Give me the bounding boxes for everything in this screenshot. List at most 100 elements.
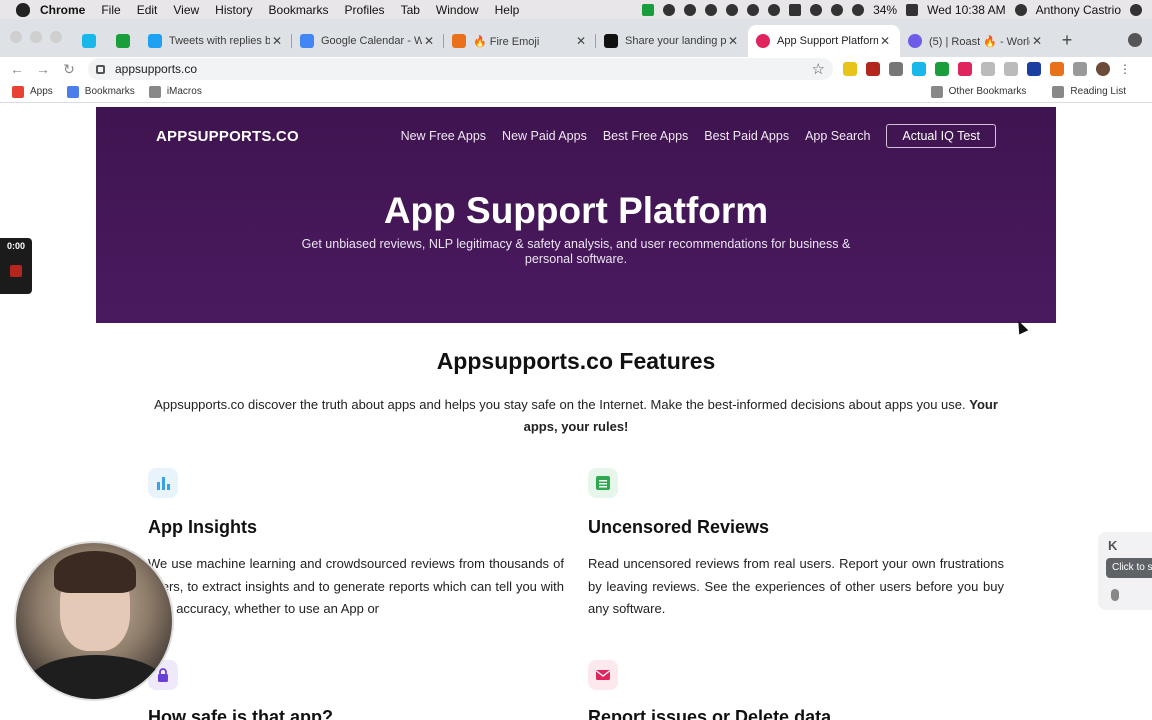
bookmark-star-icon[interactable]: ☆ xyxy=(812,60,825,78)
tab-pinned-vimeo[interactable] xyxy=(72,25,106,57)
features-title: Appsupports.co Features xyxy=(436,348,716,374)
extension-icon[interactable] xyxy=(1050,62,1064,76)
phone-icon xyxy=(116,34,130,48)
nav-app-search[interactable]: App Search xyxy=(805,129,870,143)
stop-recording-button[interactable] xyxy=(10,265,22,277)
bookmark-bookmarks[interactable]: Bookmarks xyxy=(66,85,135,98)
hero-section: APPSUPPORTS.CO New Free Apps New Paid Ap… xyxy=(96,107,1056,323)
forward-arrow-icon[interactable]: → xyxy=(30,61,56,77)
nav-best-free-apps[interactable]: Best Free Apps xyxy=(603,129,688,143)
new-tab-button[interactable]: + xyxy=(1052,30,1082,57)
tab-indie-hackers[interactable]: Share your landing pag ✕ xyxy=(596,25,748,57)
assistant-tooltip: Click to s xyxy=(1106,558,1152,578)
tab-twitter[interactable]: Tweets with replies by ✕ xyxy=(140,25,292,57)
extension-icon[interactable] xyxy=(981,62,995,76)
nav-new-paid-apps[interactable]: New Paid Apps xyxy=(502,129,587,143)
clock-icon[interactable] xyxy=(768,3,781,16)
battery-icon[interactable] xyxy=(906,3,919,16)
tab-search-icon[interactable] xyxy=(1128,33,1142,47)
apple-icon[interactable] xyxy=(16,2,30,17)
tab-google-calendar[interactable]: Google Calendar - We ✕ xyxy=(292,25,444,57)
close-icon[interactable]: ✕ xyxy=(422,34,436,48)
bluetooth-icon[interactable] xyxy=(810,3,823,16)
tab-app-support-platform[interactable]: App Support Platform ✕ xyxy=(748,25,900,57)
bookmark-label: Other Bookmarks xyxy=(948,86,1027,97)
tab-title: Tweets with replies by xyxy=(169,35,270,47)
assistant-logo-icon[interactable]: K xyxy=(1108,538,1117,553)
close-icon[interactable]: ✕ xyxy=(726,34,740,48)
extension-icon[interactable] xyxy=(912,62,926,76)
minimize-window-button[interactable] xyxy=(30,31,42,43)
avatar[interactable] xyxy=(1096,62,1110,76)
puzzle-icon[interactable] xyxy=(1073,62,1087,76)
flag-icon[interactable] xyxy=(789,3,802,16)
menu-help[interactable]: Help xyxy=(495,3,520,17)
control-center-icon[interactable] xyxy=(1130,3,1142,16)
features-lead-text: Appsupports.co discover the truth about … xyxy=(154,397,966,412)
menu-window[interactable]: Window xyxy=(436,3,479,17)
extension-icon[interactable] xyxy=(866,62,880,76)
glasses-icon[interactable] xyxy=(747,3,760,16)
url-text[interactable]: appsupports.co xyxy=(115,62,812,76)
extension-icon[interactable] xyxy=(1027,62,1041,76)
tab-fire-emoji[interactable]: 🔥 Fire Emoji ✕ xyxy=(444,25,596,57)
roast-logo-icon xyxy=(908,34,922,48)
zoom-window-button[interactable] xyxy=(50,31,62,43)
folder-icon xyxy=(148,85,161,98)
extension-icon[interactable] xyxy=(958,62,972,76)
clock-datetime[interactable]: Wed 10:38 AM xyxy=(927,3,1006,17)
tray-app-icon[interactable] xyxy=(663,3,676,16)
ih-logo-icon xyxy=(604,34,618,48)
gear-icon[interactable] xyxy=(726,3,739,16)
menu-profiles[interactable]: Profiles xyxy=(345,3,385,17)
feature-text: Read uncensored reviews from real users.… xyxy=(588,556,1004,616)
menu-history[interactable]: History xyxy=(215,3,252,17)
extension-icon[interactable] xyxy=(1004,62,1018,76)
shield-icon xyxy=(452,34,466,48)
brightness-icon[interactable] xyxy=(705,3,718,16)
site-logo[interactable]: APPSUPPORTS.CO xyxy=(156,128,299,145)
recording-widget[interactable]: 0:00 xyxy=(0,238,32,294)
document-icon xyxy=(588,468,618,498)
volume-icon[interactable] xyxy=(852,3,865,16)
bookmark-reading-list[interactable]: Reading List xyxy=(1052,85,1126,98)
search-icon[interactable] xyxy=(1014,3,1027,16)
close-window-button[interactable] xyxy=(10,31,22,43)
extension-icon[interactable] xyxy=(935,62,949,76)
menu-bookmarks[interactable]: Bookmarks xyxy=(269,3,329,17)
bookmark-other[interactable]: Other Bookmarks xyxy=(930,85,1027,98)
nav-new-free-apps[interactable]: New Free Apps xyxy=(401,129,486,143)
bar-chart-icon xyxy=(148,468,178,498)
wifi-icon[interactable] xyxy=(831,3,844,16)
menu-app[interactable]: Chrome xyxy=(40,3,85,17)
battery-percent[interactable]: 34% xyxy=(873,3,897,17)
extension-icon[interactable] xyxy=(889,62,903,76)
address-bar[interactable]: appsupports.co ☆ xyxy=(88,58,833,80)
menu-view[interactable]: View xyxy=(173,3,199,17)
bookmark-apps[interactable]: Apps xyxy=(12,85,53,98)
back-arrow-icon[interactable]: ← xyxy=(4,61,30,77)
extension-icon[interactable] xyxy=(843,62,857,76)
tab-roast[interactable]: (5) | Roast 🔥 - World ✕ xyxy=(900,25,1052,57)
tab-pinned-phone[interactable] xyxy=(106,25,140,57)
webcam-bubble[interactable] xyxy=(14,541,174,701)
close-icon[interactable]: ✕ xyxy=(1030,34,1044,48)
bookmark-imacros[interactable]: iMacros xyxy=(148,85,202,98)
close-icon[interactable]: ✕ xyxy=(574,34,588,48)
menu-edit[interactable]: Edit xyxy=(137,3,158,17)
reload-icon[interactable]: ↻ xyxy=(56,61,82,78)
bookmark-label: iMacros xyxy=(166,86,202,97)
close-icon[interactable]: ✕ xyxy=(878,34,892,48)
lock-icon[interactable] xyxy=(96,64,105,74)
iq-test-button[interactable]: Actual IQ Test xyxy=(886,124,996,148)
microphone-icon[interactable] xyxy=(1111,589,1119,601)
nav-best-paid-apps[interactable]: Best Paid Apps xyxy=(704,129,789,143)
menu-tab[interactable]: Tab xyxy=(401,3,420,17)
kebab-menu-icon[interactable]: ⋮ xyxy=(1119,62,1131,76)
user-name[interactable]: Anthony Castrio xyxy=(1036,3,1121,17)
tray-app-icon[interactable] xyxy=(684,3,697,16)
tray-app-icon[interactable] xyxy=(642,3,655,16)
menu-file[interactable]: File xyxy=(101,3,120,17)
assistant-widget[interactable]: K Click to s xyxy=(1098,532,1152,610)
close-icon[interactable]: ✕ xyxy=(270,34,284,48)
